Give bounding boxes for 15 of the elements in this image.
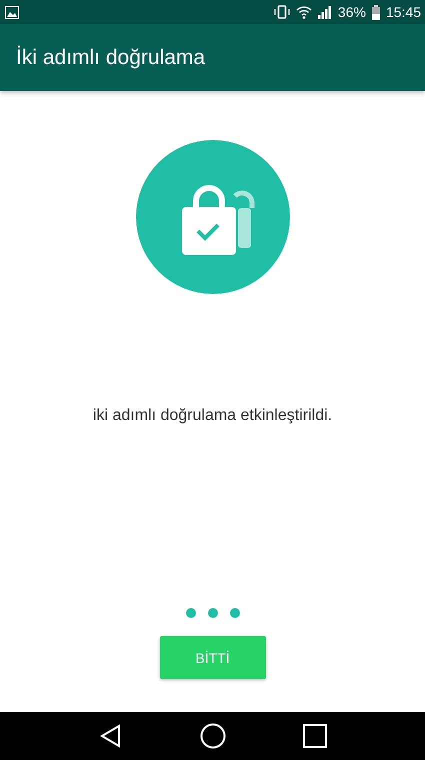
wifi-icon: [296, 6, 312, 18]
battery-percentage: 36%: [338, 4, 366, 20]
battery-icon: [372, 4, 380, 20]
page-dots-icon: [186, 608, 240, 618]
lock-check-icon: [136, 140, 290, 294]
vibrate-icon: [274, 5, 290, 19]
confirmation-message: iki adımlı doğrulama etkinleştirildi.: [92, 407, 332, 425]
clock-time: 15:45: [386, 4, 421, 20]
signal-icon: [318, 6, 332, 18]
back-icon[interactable]: [98, 724, 122, 748]
recents-icon[interactable]: [302, 724, 326, 748]
image-icon: [5, 6, 19, 18]
home-icon[interactable]: [200, 723, 226, 749]
screen-title: İki adımlı doğrulama: [16, 46, 206, 70]
done-button[interactable]: BİTTİ: [160, 636, 266, 679]
